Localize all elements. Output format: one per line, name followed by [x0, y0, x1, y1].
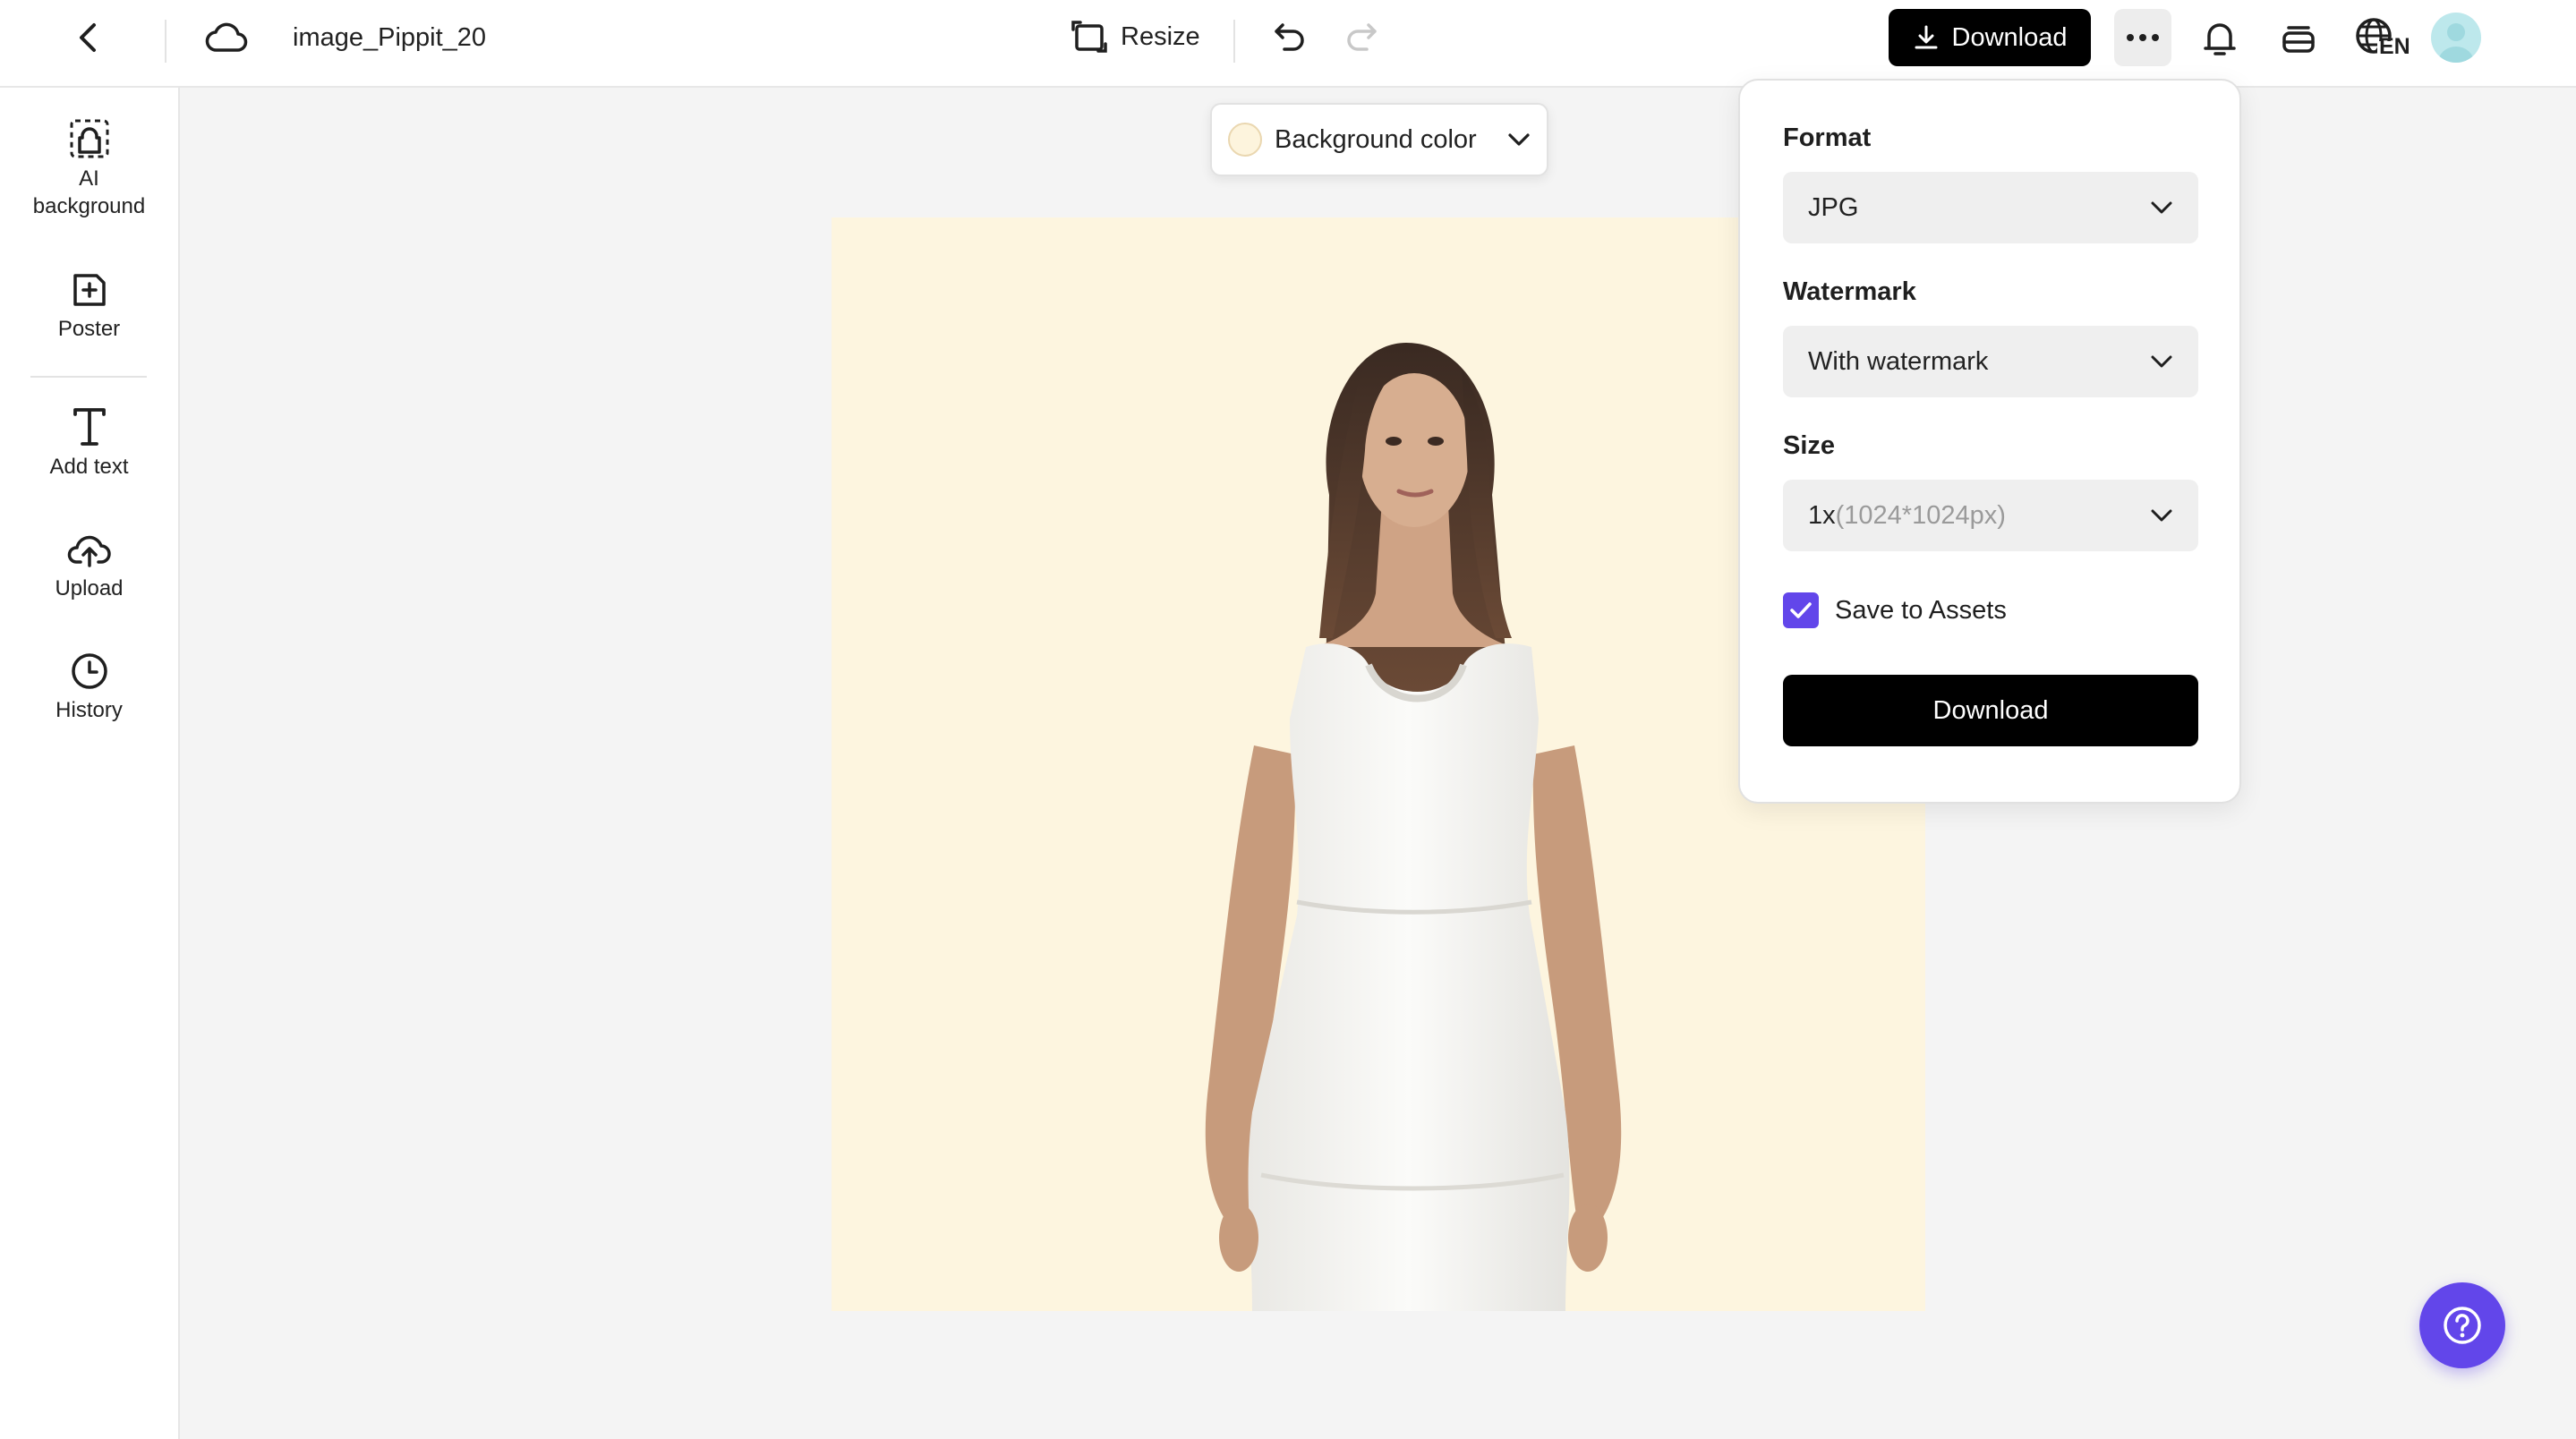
clock-icon: [71, 653, 107, 689]
resize-label: Resize: [1121, 21, 1200, 51]
download-label: Download: [1951, 22, 2068, 52]
notifications-button[interactable]: [2196, 16, 2243, 61]
chevron-down-icon: [2151, 201, 2172, 214]
chevron-down-icon: [2151, 355, 2172, 368]
save-to-assets-label[interactable]: Save to Assets: [1835, 593, 2007, 627]
sidebar-divider: [30, 376, 147, 378]
undo-button[interactable]: [1269, 18, 1310, 57]
language-button[interactable]: EN: [2352, 14, 2410, 63]
panel-download-button[interactable]: Download: [1783, 675, 2198, 746]
resize-icon: [1071, 21, 1107, 53]
watermark-select[interactable]: With watermark: [1783, 326, 2198, 397]
checkmark-icon: [1790, 602, 1812, 618]
sidebar-item-ai-background[interactable]: AI background: [0, 118, 178, 220]
download-button[interactable]: Download: [1889, 9, 2091, 66]
size-label: Size: [1783, 431, 1836, 460]
background-color-label: Background color: [1275, 124, 1477, 154]
file-name[interactable]: image_Pippit_20: [293, 21, 486, 54]
watermark-label: Watermark: [1783, 277, 1916, 306]
format-label: Format: [1783, 123, 1872, 152]
more-dots-icon: [2127, 34, 2159, 41]
redo-button[interactable]: [1341, 18, 1382, 57]
sidebar-item-history[interactable]: History: [0, 651, 178, 724]
cloud-icon: [205, 22, 248, 52]
chevron-left-icon: [80, 23, 96, 52]
size-dimensions: (1024*1024px): [1835, 500, 2006, 530]
left-sidebar: AI background Poster Add text Upload Hist…: [0, 88, 180, 1439]
resize-button[interactable]: Resize: [1070, 16, 1200, 57]
help-button[interactable]: [2419, 1282, 2505, 1368]
download-panel: Format JPG Watermark With watermark Size…: [1738, 79, 2241, 804]
sidebar-item-add-text[interactable]: Add text: [0, 406, 178, 481]
sidebar-item-label: Add text: [49, 455, 129, 479]
sidebar-item-label: AI background: [32, 166, 146, 218]
ai-background-icon: [70, 119, 108, 158]
sidebar-item-label: Poster: [57, 317, 121, 341]
download-icon: [1915, 25, 1937, 49]
back-button[interactable]: [68, 18, 107, 57]
language-code: EN: [2379, 34, 2410, 59]
save-to-assets-checkbox[interactable]: [1783, 592, 1819, 628]
sidebar-item-label: History: [55, 698, 123, 722]
poster-icon: [73, 274, 106, 306]
cloud-sync-button[interactable]: [204, 18, 249, 57]
divider: [1233, 20, 1235, 63]
chevron-down-icon: [1508, 133, 1530, 146]
sidebar-item-label: Upload: [55, 576, 124, 600]
format-select[interactable]: JPG: [1783, 172, 2198, 243]
sidebar-item-upload[interactable]: Upload: [0, 530, 178, 602]
divider: [165, 20, 166, 63]
more-options-button[interactable]: [2114, 9, 2171, 66]
user-avatar-icon: [2438, 23, 2474, 63]
subscription-button[interactable]: [2275, 16, 2322, 61]
upload-cloud-icon: [67, 535, 111, 567]
chevron-down-icon: [2151, 509, 2172, 522]
size-select[interactable]: 1x(1024*1024px): [1783, 480, 2198, 551]
text-icon: [73, 408, 106, 446]
format-value: JPG: [1808, 192, 1859, 222]
avatar[interactable]: [2431, 13, 2481, 63]
size-value: 1x(1024*1024px): [1808, 501, 2006, 531]
background-color-swatch: [1228, 123, 1262, 157]
redo-icon: [1347, 23, 1377, 51]
undo-icon: [1275, 23, 1304, 51]
layers-icon: [2282, 26, 2315, 53]
question-icon: [2444, 1307, 2481, 1344]
top-bar: image_Pippit_20 Resize Download EN: [0, 0, 2576, 88]
background-color-button[interactable]: Background color: [1210, 103, 1548, 176]
size-scale: 1x: [1808, 500, 1836, 530]
watermark-value: With watermark: [1808, 346, 1989, 376]
sidebar-item-poster[interactable]: Poster: [0, 270, 178, 343]
bell-icon: [2204, 23, 2236, 55]
